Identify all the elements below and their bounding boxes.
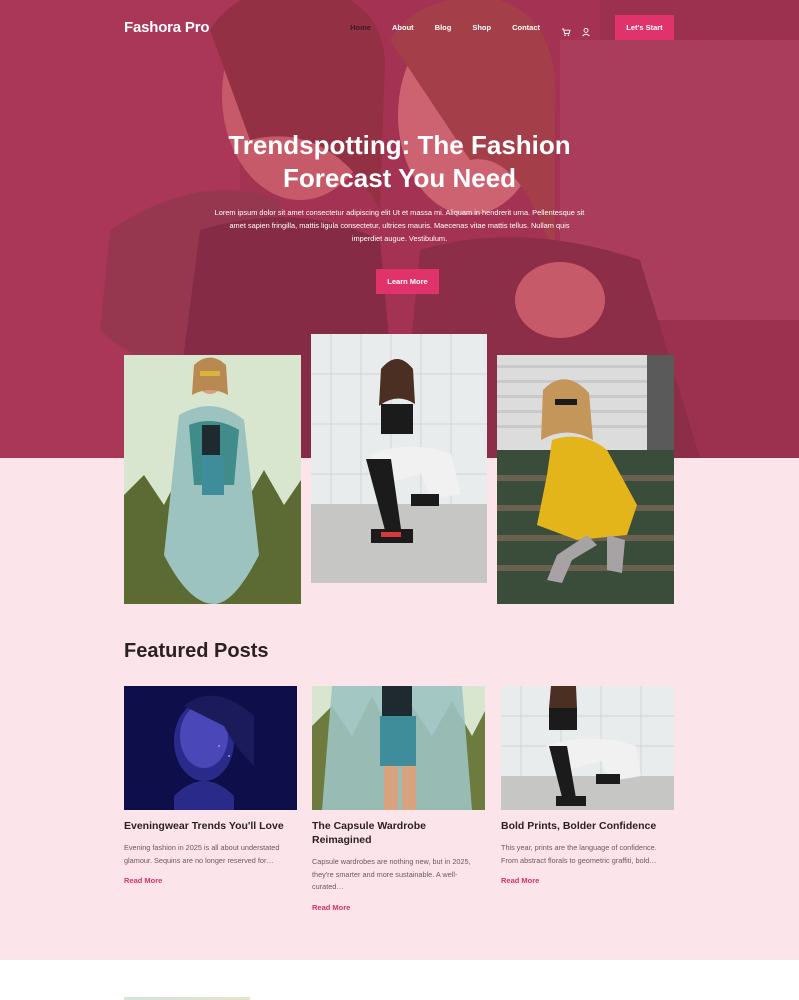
hero-title: Trendspotting: The Fashion Forecast You …	[228, 130, 571, 193]
post-title[interactable]: Eveningwear Trends You'll Love	[124, 819, 297, 833]
user-icon[interactable]	[581, 22, 591, 37]
read-more-link[interactable]: Read More	[312, 903, 350, 912]
featured-posts-title: Featured Posts	[124, 640, 269, 662]
read-more-link[interactable]: Read More	[124, 876, 162, 885]
cart-icon[interactable]	[561, 22, 571, 36]
read-more-link[interactable]: Read More	[501, 876, 539, 885]
gallery-photo-sporty-crouch	[311, 334, 487, 583]
post-card: Eveningwear Trends You'll Love Evening f…	[124, 686, 297, 887]
post-thumbnail[interactable]	[124, 686, 297, 810]
post-title[interactable]: Bold Prints, Bolder Confidence	[501, 819, 674, 833]
learn-more-button[interactable]: Learn More	[376, 269, 439, 294]
post-excerpt: Capsule wardrobes are nothing new, but i…	[312, 857, 471, 891]
nav-blog[interactable]: Blog	[435, 23, 452, 32]
next-section	[0, 960, 799, 1000]
hero-description: Lorem ipsum dolor sit amet consectetur a…	[214, 208, 585, 243]
post-card: The Capsule Wardrobe Reimagined Capsule …	[312, 686, 485, 914]
post-thumbnail[interactable]	[312, 686, 485, 810]
nav-about[interactable]: About	[392, 23, 414, 32]
post-card: Bold Prints, Bolder Confidence This year…	[501, 686, 674, 887]
post-excerpt: This year, prints are the language of co…	[501, 843, 657, 865]
post-thumbnail[interactable]	[501, 686, 674, 810]
post-title[interactable]: The Capsule Wardrobe Reimagined	[312, 819, 485, 847]
nav-home[interactable]: Home	[350, 23, 371, 32]
post-excerpt: Evening fashion in 2025 is all about und…	[124, 843, 280, 865]
lets-start-button[interactable]: Let's Start	[615, 14, 674, 40]
brand-logo[interactable]: Fashora Pro	[124, 19, 210, 36]
gallery-photo-yellow-dress	[497, 355, 674, 604]
main-menu: Home About Blog Shop Contact	[350, 22, 601, 37]
gallery-photo-floral-kimono	[124, 355, 301, 604]
top-navigation: Fashora Pro Home About Blog Shop Contact…	[124, 14, 674, 40]
nav-shop[interactable]: Shop	[472, 23, 491, 32]
nav-contact[interactable]: Contact	[512, 23, 540, 32]
